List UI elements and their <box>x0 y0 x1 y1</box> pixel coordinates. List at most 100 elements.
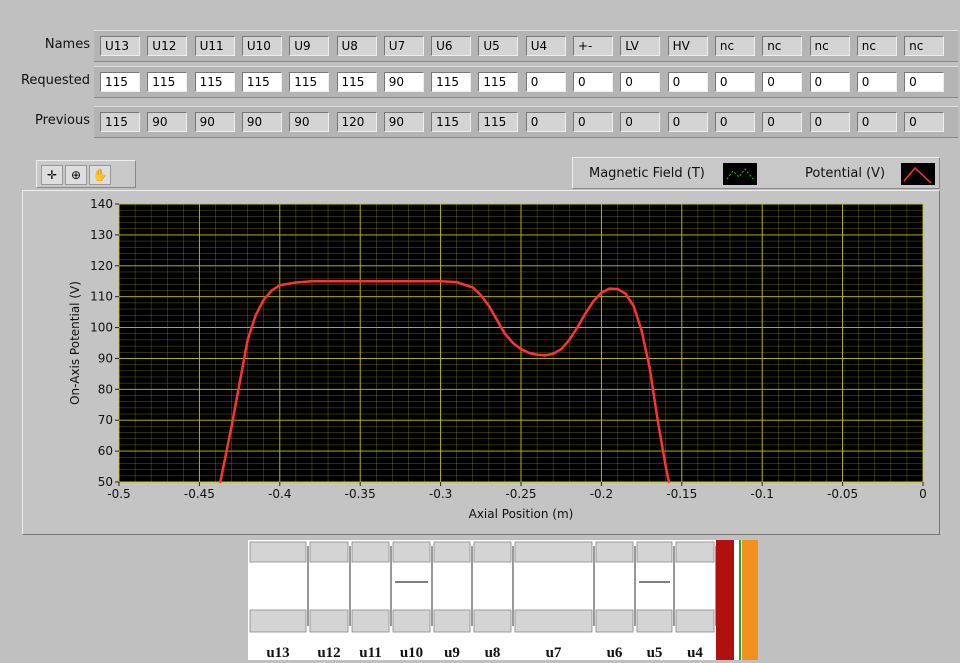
requested-cell[interactable]: 90 <box>383 72 424 92</box>
requested-cell[interactable]: 115 <box>100 72 140 92</box>
electrode-top <box>473 541 512 563</box>
requested-cell[interactable]: 0 <box>762 72 803 92</box>
requested-cell[interactable]: 115 <box>431 72 472 92</box>
y-tick-label: 70 <box>98 413 113 427</box>
names-cell: nc <box>809 36 850 56</box>
y-tick-label: 130 <box>90 228 113 242</box>
requested-cell[interactable]: 0 <box>525 72 566 92</box>
x-tick-label: -0.1 <box>750 487 773 501</box>
data-point <box>479 293 482 297</box>
requested-cell[interactable]: 115 <box>478 72 519 92</box>
electrode-label: u6 <box>607 645 623 660</box>
electrode-top <box>636 541 673 563</box>
data-point <box>640 329 643 332</box>
data-point <box>519 347 523 351</box>
y-axis-label: On-Axis Potential (V) <box>68 281 82 405</box>
data-point <box>254 314 257 317</box>
crosshair-icon[interactable]: ✛ <box>41 165 63 185</box>
previous-cell: 0 <box>525 112 566 132</box>
requested-cell[interactable]: 115 <box>194 72 235 92</box>
data-point <box>576 326 579 329</box>
requested-cell[interactable]: 0 <box>714 72 755 92</box>
previous-cell: 0 <box>856 112 897 132</box>
data-point <box>230 425 233 428</box>
y-tick-label: 110 <box>90 290 113 304</box>
data-point <box>592 300 595 303</box>
y-tick-label: 90 <box>98 351 113 365</box>
row-label-requested: Requested <box>20 73 90 88</box>
row-previous: 115 90 90 90 90 120 90 115 115 0 0 0 0 0 0 0 0 0 <box>94 106 958 138</box>
y-tick-label: 50 <box>98 475 113 489</box>
x-tick-label: -0.2 <box>590 487 613 501</box>
data-point <box>608 287 611 290</box>
previous-cell: 115 <box>100 112 140 132</box>
electrode-label: u4 <box>687 645 703 660</box>
electrode-bottom <box>473 609 512 633</box>
previous-cell: 90 <box>241 112 282 132</box>
previous-cell: 90 <box>289 112 330 132</box>
y-tick-label: 80 <box>98 382 113 396</box>
x-tick-label: 0 <box>919 487 927 501</box>
names-cell: HV <box>667 36 708 56</box>
legend-swatch-magnetic[interactable] <box>723 163 757 185</box>
previous-cell: 0 <box>809 112 850 132</box>
requested-cell[interactable]: 115 <box>336 72 377 92</box>
data-point <box>560 347 563 351</box>
x-tick-label: -0.15 <box>666 487 697 501</box>
x-tick-label: -0.25 <box>505 487 536 501</box>
data-point <box>656 419 659 422</box>
data-point <box>439 280 442 283</box>
chart-svg: -0.5 -0.45 -0.4 -0.35 -0.3 -0.25 -0.2 -0.15 -0.1… <box>68 197 927 521</box>
legend-label-potential: Potential (V) <box>805 166 886 181</box>
data-point <box>584 312 587 315</box>
pan-hand-icon[interactable]: ✋ <box>89 165 111 185</box>
plot-legend: Magnetic Field (T) Potential (V) <box>572 157 940 189</box>
electrode-label: u8 <box>485 645 501 660</box>
electrode-label: u10 <box>400 645 423 660</box>
electrode-top <box>249 541 307 563</box>
names-cell: nc <box>856 36 897 56</box>
electrode-bottom <box>309 609 349 633</box>
previous-cell: 0 <box>667 112 708 132</box>
previous-cell: 0 <box>904 112 945 132</box>
data-point <box>616 287 619 291</box>
data-point <box>667 480 671 484</box>
y-tick-label: 100 <box>90 321 113 335</box>
red-plate <box>716 540 734 660</box>
requested-cell[interactable]: 115 <box>289 72 330 92</box>
previous-cell: 0 <box>573 112 613 132</box>
data-point <box>535 353 539 356</box>
previous-cell: 90 <box>194 112 235 132</box>
requested-cell[interactable]: 0 <box>573 72 613 92</box>
data-point <box>632 304 635 308</box>
data-point <box>648 366 651 369</box>
requested-cell[interactable]: 0 <box>904 72 945 92</box>
requested-cell[interactable]: 0 <box>856 72 897 92</box>
electrode-label: u7 <box>546 645 562 660</box>
data-point <box>600 291 603 294</box>
y-tick-label: 140 <box>90 197 113 211</box>
electrode-bottom <box>351 609 390 633</box>
requested-cell[interactable]: 115 <box>241 72 282 92</box>
x-tick-label: -0.35 <box>345 487 376 501</box>
names-cell: U10 <box>241 36 282 56</box>
x-axis-label: Axial Position (m) <box>469 507 574 521</box>
potential-graph: -0.5 -0.45 -0.4 -0.35 -0.3 -0.25 -0.2 -0.15 -0.1… <box>22 190 940 535</box>
names-cell: U5 <box>478 36 519 56</box>
requested-cell[interactable]: 0 <box>809 72 850 92</box>
previous-cell: 90 <box>147 112 188 132</box>
data-point <box>270 289 273 292</box>
legend-swatch-potential[interactable] <box>901 163 935 185</box>
zoom-icon[interactable]: ⊕ <box>65 165 87 185</box>
electrode-label: u9 <box>444 645 460 660</box>
requested-cell[interactable]: 115 <box>147 72 188 92</box>
names-cell: LV <box>620 36 661 56</box>
names-cell: +- <box>573 36 613 56</box>
data-point <box>262 298 265 301</box>
gap <box>734 540 738 660</box>
data-point <box>503 332 507 335</box>
requested-cell[interactable]: 0 <box>667 72 708 92</box>
data-point <box>543 354 547 357</box>
requested-cell[interactable]: 0 <box>620 72 661 92</box>
names-cell: U13 <box>100 36 140 56</box>
